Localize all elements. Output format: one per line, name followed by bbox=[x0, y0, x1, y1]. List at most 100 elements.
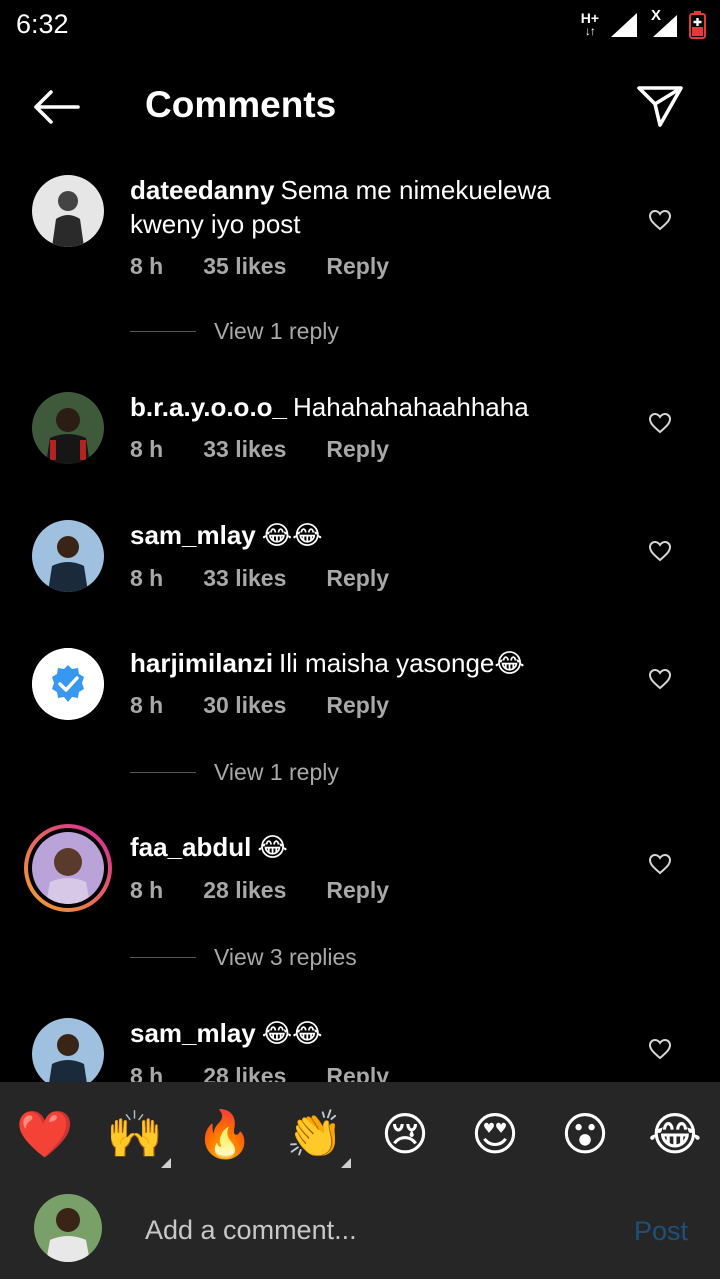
comment-likes[interactable]: 33 likes bbox=[203, 565, 286, 592]
quick-reactions: ❤️ 🙌 🔥 👏 😢 😍 😮 😂 bbox=[0, 1100, 720, 1170]
like-button[interactable] bbox=[640, 403, 680, 443]
comment-username[interactable]: dateedanny bbox=[130, 175, 275, 205]
view-replies-button[interactable]: View 1 reply bbox=[130, 759, 339, 786]
view-replies-line bbox=[130, 331, 196, 332]
page-title: Comments bbox=[145, 84, 337, 125]
comment-username[interactable]: harjimilanzi bbox=[130, 648, 273, 678]
reply-button[interactable]: Reply bbox=[326, 1063, 389, 1082]
comment-likes[interactable]: 28 likes bbox=[203, 877, 286, 904]
data-activity-icon: ↓↑ bbox=[584, 24, 596, 38]
back-button[interactable] bbox=[28, 84, 84, 130]
comment-time: 8 h bbox=[130, 436, 164, 462]
comment-likes[interactable]: 33 likes bbox=[203, 436, 286, 463]
reply-button[interactable]: Reply bbox=[326, 877, 389, 904]
current-user-avatar bbox=[34, 1194, 102, 1262]
reply-button[interactable]: Reply bbox=[326, 436, 389, 463]
avatar-photo bbox=[32, 1018, 104, 1082]
comment-time: 8 h bbox=[130, 692, 164, 718]
comment-body: b.r.a.y.o.o.o_ Hahahahahaahhaha 8 h 33 li… bbox=[130, 390, 610, 463]
story-ring-gap bbox=[28, 828, 108, 908]
avatar[interactable] bbox=[32, 392, 104, 464]
like-button[interactable] bbox=[640, 200, 680, 240]
comment-meta: 8 h 33 likes Reply bbox=[130, 565, 610, 592]
comment-time: 8 h bbox=[130, 253, 164, 279]
comment-composer-bar: ❤️ 🙌 🔥 👏 😢 😍 😮 😂 Post bbox=[0, 1082, 720, 1279]
comment-message: Ili maisha yasonge😂 bbox=[279, 648, 525, 678]
reply-button[interactable]: Reply bbox=[326, 692, 389, 719]
paper-plane-icon bbox=[637, 86, 683, 127]
comment-message: 😂 bbox=[257, 833, 288, 863]
comment-body: harjimilanzi Ili maisha yasonge😂 8 h 30 l… bbox=[130, 646, 610, 719]
comment-likes[interactable]: 35 likes bbox=[203, 253, 286, 280]
heart-outline-icon bbox=[648, 1038, 672, 1060]
comment-time: 8 h bbox=[130, 565, 164, 591]
story-ring[interactable] bbox=[24, 824, 112, 912]
comment-meta: 8 h 28 likes Reply bbox=[130, 877, 610, 904]
comment-message: 😂😂 bbox=[261, 1019, 323, 1049]
avatar[interactable] bbox=[32, 648, 104, 720]
view-replies-line bbox=[130, 957, 196, 958]
status-icons: H+ ↓↑ X bbox=[581, 7, 706, 42]
share-button[interactable] bbox=[634, 80, 686, 132]
like-button[interactable] bbox=[640, 1029, 680, 1069]
comment-message: Hahahahahaahhaha bbox=[293, 392, 529, 422]
comment-text: faa_abdul 😂 bbox=[130, 830, 610, 865]
raised-hands-emoji: 🙌 bbox=[106, 1106, 164, 1161]
like-button[interactable] bbox=[640, 844, 680, 884]
comment-message: 😂😂 bbox=[261, 521, 323, 551]
reaction-heart[interactable]: ❤️ bbox=[15, 1104, 75, 1164]
view-replies-button[interactable]: View 1 reply bbox=[130, 318, 339, 345]
avatar[interactable] bbox=[32, 175, 104, 247]
comment-body: faa_abdul 😂 8 h 28 likes Reply bbox=[130, 830, 610, 904]
signal-icon-secondary: X bbox=[649, 7, 679, 39]
no-signal-icon: X bbox=[651, 7, 662, 24]
reaction-heart-eyes[interactable]: 😍 bbox=[465, 1104, 525, 1164]
comment-username[interactable]: sam_mlay bbox=[130, 520, 256, 550]
comment-username[interactable]: b.r.a.y.o.o.o_ bbox=[130, 392, 287, 422]
avatar[interactable] bbox=[32, 1018, 104, 1082]
comment-username[interactable]: sam_mlay bbox=[130, 1018, 256, 1048]
heart-outline-icon bbox=[648, 540, 672, 562]
clapping-emoji: 👏 bbox=[286, 1106, 344, 1161]
comment-text: dateedanny Sema me nimekuelewa kweny iyo … bbox=[130, 173, 610, 241]
like-button[interactable] bbox=[640, 531, 680, 571]
comment-likes[interactable]: 30 likes bbox=[203, 692, 286, 719]
heart-outline-icon bbox=[648, 853, 672, 875]
reaction-raised-hands[interactable]: 🙌 bbox=[105, 1104, 171, 1168]
heart-outline-icon bbox=[648, 209, 672, 231]
arrow-left-icon bbox=[34, 90, 80, 124]
view-replies-label: View 1 reply bbox=[214, 759, 339, 785]
verified-check-icon bbox=[32, 648, 104, 720]
reaction-clapping[interactable]: 👏 bbox=[285, 1104, 351, 1168]
comment-input[interactable] bbox=[145, 1210, 605, 1250]
comments-list[interactable]: dateedanny Sema me nimekuelewa kweny iyo … bbox=[0, 160, 720, 1082]
comment-meta: 8 h 35 likes Reply bbox=[130, 253, 610, 280]
skin-tone-indicator-icon bbox=[161, 1158, 171, 1168]
reply-button[interactable]: Reply bbox=[326, 253, 389, 280]
like-button[interactable] bbox=[640, 659, 680, 699]
skin-tone-indicator-icon bbox=[341, 1158, 351, 1168]
reaction-surprised[interactable]: 😮 bbox=[555, 1104, 615, 1164]
signal-icon bbox=[611, 13, 637, 37]
status-bar: 6:32 H+ ↓↑ X bbox=[0, 0, 720, 50]
avatar[interactable] bbox=[32, 520, 104, 592]
reaction-laughing[interactable]: 😂 bbox=[645, 1104, 705, 1164]
avatar-photo bbox=[32, 392, 104, 464]
comment-text: harjimilanzi Ili maisha yasonge😂 bbox=[130, 646, 610, 680]
comment-likes[interactable]: 28 likes bbox=[203, 1063, 286, 1082]
post-button[interactable]: Post bbox=[634, 1216, 688, 1247]
comment-body: sam_mlay 😂😂 8 h 33 likes Reply bbox=[130, 518, 610, 592]
view-replies-label: View 1 reply bbox=[214, 318, 339, 344]
reaction-crying[interactable]: 😢 bbox=[375, 1104, 435, 1164]
battery-icon bbox=[689, 11, 706, 39]
status-time: 6:32 bbox=[16, 9, 69, 39]
comment-text: sam_mlay 😂😂 bbox=[130, 518, 610, 553]
heart-outline-icon bbox=[648, 668, 672, 690]
comment-meta: 8 h 33 likes Reply bbox=[130, 436, 610, 463]
avatar-photo bbox=[32, 175, 104, 247]
view-replies-button[interactable]: View 3 replies bbox=[130, 944, 357, 971]
comment-username[interactable]: faa_abdul bbox=[130, 832, 251, 862]
reply-button[interactable]: Reply bbox=[326, 565, 389, 592]
reaction-fire[interactable]: 🔥 bbox=[195, 1104, 255, 1164]
comment-time: 8 h bbox=[130, 877, 164, 903]
